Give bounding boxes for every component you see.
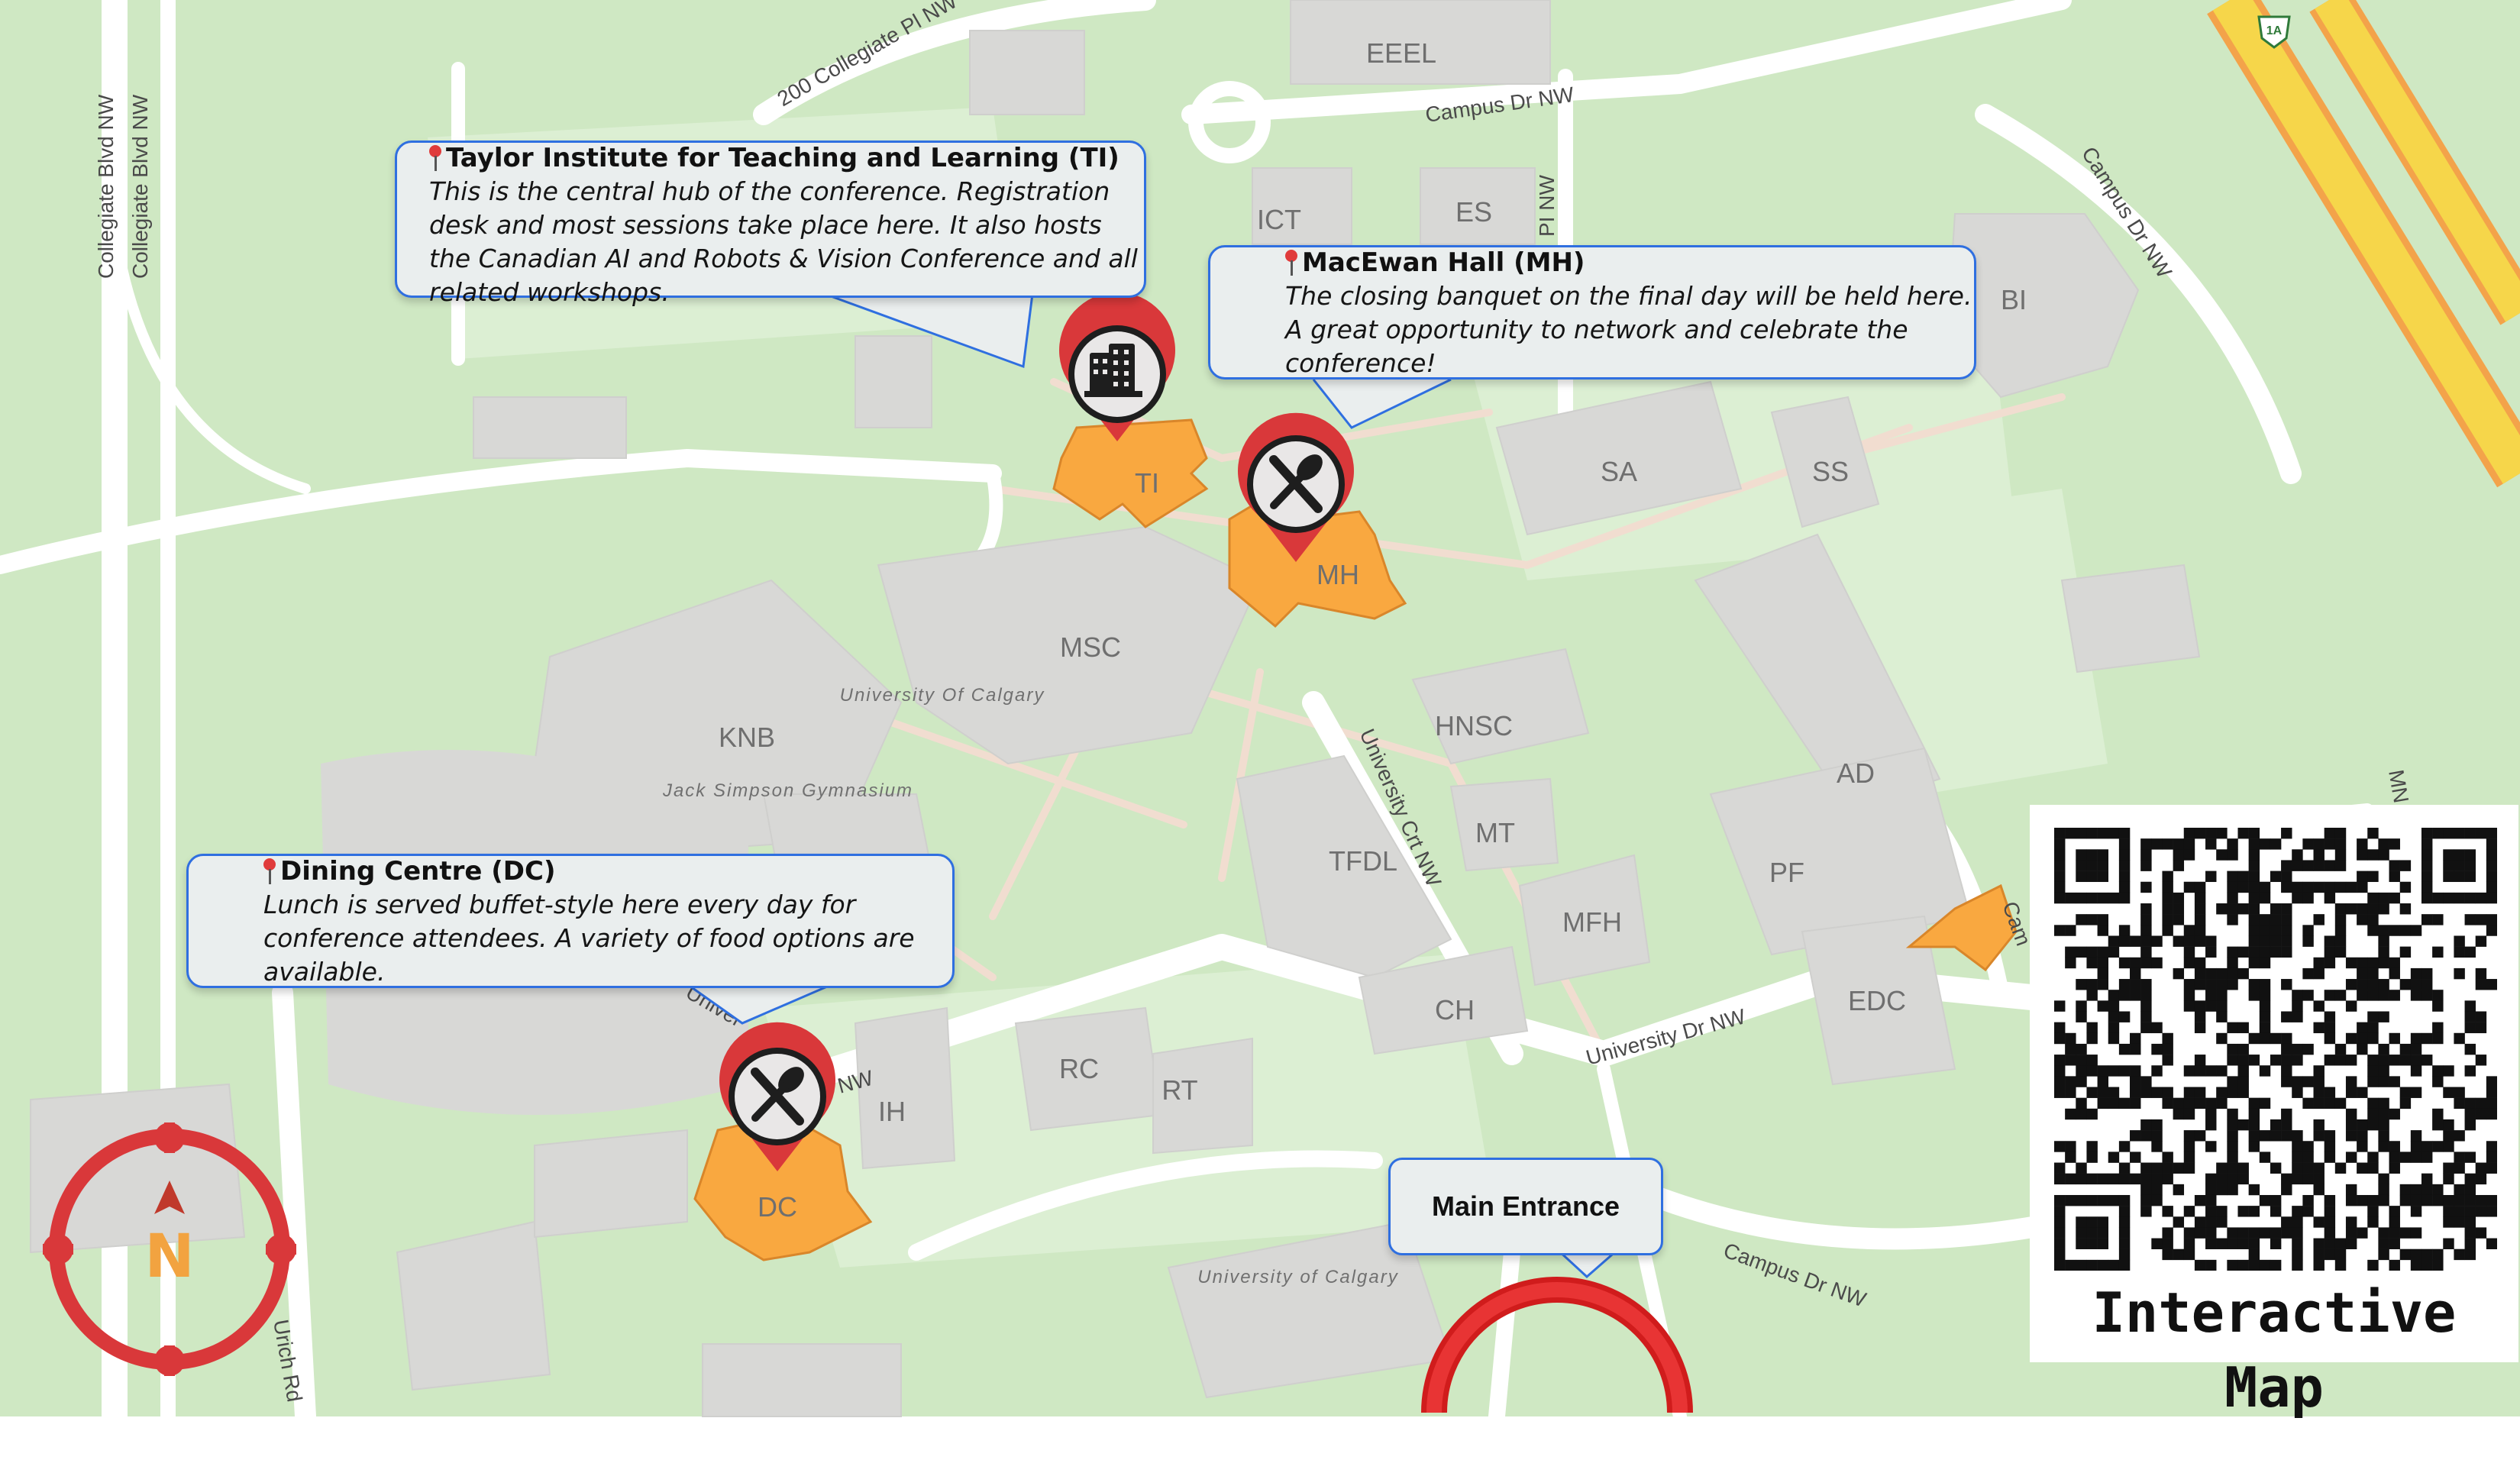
label-university-of-calgary-south: University of Calgary [1197, 1267, 1398, 1287]
compass-letter: N [144, 1223, 194, 1291]
main-entrance-label[interactable]: Main Entrance [1388, 1158, 1663, 1255]
university-label-text: University Of Calgary [840, 685, 1045, 706]
label-knb: KNB [719, 722, 775, 753]
label-jack-simpson-gym: Jack Simpson Gymnasium [662, 780, 913, 801]
label-pf: PF [1769, 857, 1804, 888]
qr-title-line: Interactive [2092, 1281, 2457, 1345]
main-entrance-text: Main Entrance [1431, 1190, 1620, 1222]
label-rc: RC [1059, 1053, 1099, 1084]
street-collegiate-blvd-1: Collegiate Blvd NW [94, 94, 118, 279]
label-bi: BI [2001, 284, 2027, 315]
label-eeel: EEEL [1366, 37, 1436, 69]
label-hnsc: HNSC [1435, 710, 1513, 741]
callout-mh-title: MacEwan Hall (MH) [1302, 247, 1585, 278]
campus-map[interactable]: 1A EEEL ICT ES BI TI MH SA SS MSC KNB HN… [0, 0, 2520, 1460]
label-rt: RT [1161, 1074, 1197, 1106]
label-edc: EDC [1848, 985, 1906, 1016]
callout-ti[interactable]: Taylor Institute for Teaching and Learni… [395, 141, 1146, 307]
pin-icon [263, 858, 276, 884]
label-ih: IH [878, 1096, 906, 1127]
callout-dc-title: Dining Centre (DC) [280, 856, 556, 887]
callout-dc-body: Lunch is served buffet-style here every … [263, 890, 915, 987]
pin-icon [429, 145, 441, 171]
label-university-of-calgary: University Of Calgary [840, 685, 1045, 706]
label-ss: SS [1812, 456, 1849, 487]
qr-title-line: Map [2224, 1355, 2325, 1420]
label-ad: AD [1837, 757, 1875, 789]
svg-text:1A: 1A [2266, 24, 2283, 37]
callout-ti-title: Taylor Institute for Teaching and Learni… [446, 143, 1119, 173]
qr-code[interactable] [2054, 828, 2497, 1271]
label-dc: DC [758, 1191, 797, 1223]
qr-title: Interactive Map [2037, 1275, 2511, 1425]
label-ch: CH [1435, 994, 1475, 1026]
label-mh: MH [1317, 559, 1359, 590]
callout-dc[interactable]: Dining Centre (DC) Lunch is served buffe… [186, 854, 955, 988]
label-es: ES [1455, 196, 1492, 228]
pin-icon [1285, 250, 1297, 276]
label-mt: MT [1475, 817, 1515, 848]
street-collegiate-blvd-2: Collegiate Blvd NW [128, 94, 152, 279]
label-ti: TI [1135, 467, 1159, 499]
callout-ti-body: This is the central hub of the conferenc… [429, 176, 1138, 307]
label-ict: ICT [1257, 204, 1301, 235]
street-pi-nw: PI NW [1535, 175, 1559, 237]
label-tfdl: TFDL [1329, 845, 1397, 877]
callout-mh-body: The closing banquet on the final day wil… [1285, 281, 1972, 378]
label-msc: MSC [1060, 631, 1121, 663]
label-mfh: MFH [1562, 906, 1622, 938]
label-sa: SA [1601, 456, 1637, 487]
callout-mh[interactable]: MacEwan Hall (MH) The closing banquet on… [1208, 245, 1976, 380]
